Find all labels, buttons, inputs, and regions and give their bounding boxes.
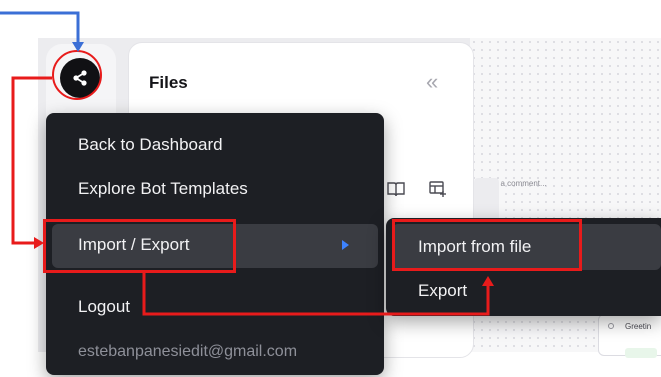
menu-item-explore-bot-templates[interactable]: Explore Bot Templates — [46, 179, 384, 201]
menu-item-label: Logout — [78, 297, 130, 316]
submenu-item-export[interactable]: Export — [418, 281, 467, 301]
page-title: Files — [149, 73, 188, 92]
submenu-item-import-from-file[interactable]: Import from file — [392, 224, 661, 270]
user-email: estebanpanesiedit@gmail.com — [78, 343, 298, 360]
main-menu: Back to Dashboard Explore Bot Templates … — [46, 113, 384, 375]
menu-item-label: Import / Export — [78, 235, 190, 254]
menu-item-label: Back to Dashboard — [78, 135, 223, 154]
table-add-icon[interactable] — [429, 181, 447, 198]
menu-item-label: Explore Bot Templates — [78, 179, 248, 198]
collapse-double-chevron-icon[interactable]: « — [426, 69, 438, 95]
submenu-item-label: Export — [418, 281, 468, 300]
node-tag — [625, 348, 657, 358]
node-label: Greetin — [625, 322, 652, 331]
node-port[interactable] — [608, 323, 614, 329]
import-export-submenu: Import from file Export — [386, 218, 661, 316]
menu-item-back-to-dashboard[interactable]: Back to Dashboard — [46, 135, 384, 157]
book-icon[interactable] — [387, 181, 405, 197]
menu-item-import-export[interactable]: Import / Export — [52, 224, 378, 268]
submenu-item-label: Import from file — [418, 237, 532, 256]
share-button[interactable] — [60, 58, 100, 98]
menu-item-logout[interactable]: Logout — [46, 297, 384, 319]
share-icon — [73, 70, 87, 86]
chevron-right-icon — [342, 240, 349, 250]
